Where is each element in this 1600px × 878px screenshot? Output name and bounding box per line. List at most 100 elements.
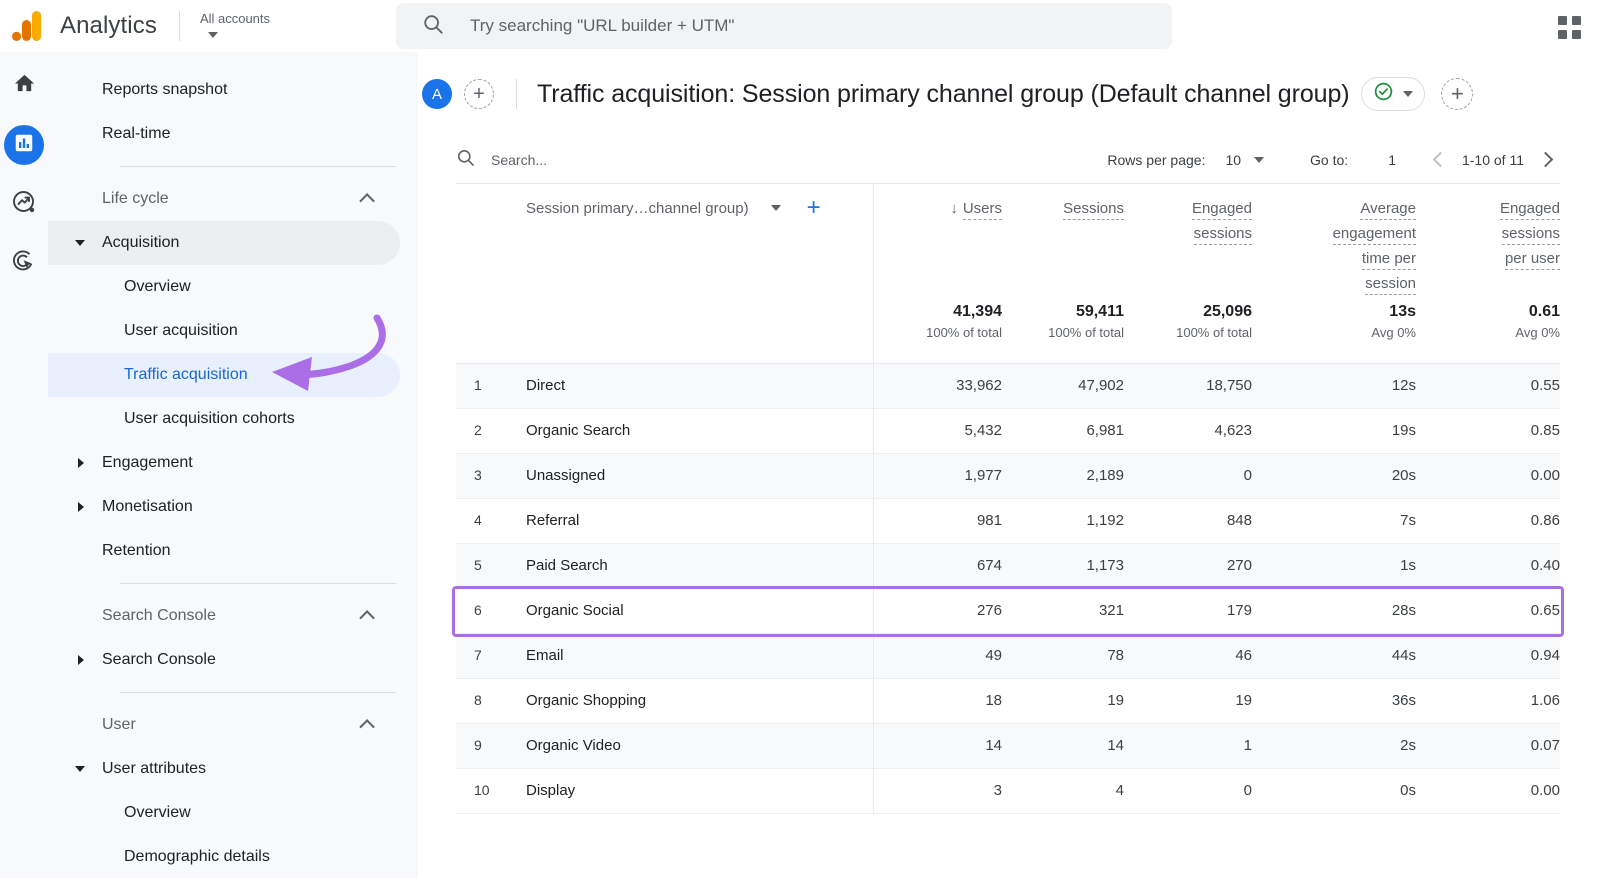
rail-item-advertising[interactable] — [4, 243, 44, 283]
chevron-down-icon — [207, 31, 218, 38]
column-header-text: sessions — [1193, 225, 1252, 245]
totals-value: 25,096 — [1203, 303, 1252, 320]
sidebar-item-label: Engagement — [102, 454, 193, 471]
save-status-chip[interactable] — [1361, 77, 1426, 111]
table-row[interactable]: 8 Organic Shopping 18 19 19 36s 1.06 — [456, 679, 1560, 724]
caret-down-icon — [75, 766, 85, 772]
row-dimension-value: Direct — [526, 377, 566, 394]
chevron-up-icon[interactable] — [359, 192, 375, 209]
sidebar-item-overview[interactable]: Overview — [48, 265, 400, 309]
table-controls: Search... Rows per page: 10 Go to: 1 1-1… — [456, 136, 1560, 184]
row-metric-value: 0.65 — [1530, 602, 1560, 619]
row-metric-value: 18,750 — [1206, 377, 1252, 394]
sidebar-item-label: Demographic details — [124, 848, 270, 865]
row-metric-value: 0 — [1243, 467, 1252, 484]
nav-divider — [120, 692, 396, 693]
sidebar-item-reports-snapshot[interactable]: Reports snapshot — [48, 68, 400, 112]
sidebar-item-real-time[interactable]: Real-time — [48, 112, 400, 156]
sidebar-item-search-console[interactable]: Search Console — [48, 638, 400, 682]
page-header: A + Traffic acquisition: Session primary… — [418, 52, 1600, 136]
avatar[interactable]: A — [422, 79, 452, 109]
totals-subtext: 100% of total — [1176, 325, 1252, 340]
add-comparison-button[interactable]: + — [464, 79, 494, 109]
navigation-sidebar: Reports snapshot Real-time Life cycle Acqui… — [48, 52, 418, 878]
row-metric-value: 20s — [1391, 467, 1416, 484]
sidebar-item-demographic-details[interactable]: Demographic details — [48, 835, 400, 878]
table-row[interactable]: 3 Unassigned 1,977 2,189 0 20s 0.00 — [456, 454, 1560, 499]
sidebar-item-overview[interactable]: Overview — [48, 791, 400, 835]
sidebar-item-user-acquisition-cohorts[interactable]: User acquisition cohorts — [48, 397, 400, 441]
table-row[interactable]: 10 Display 3 4 0 0s 0.00 — [456, 769, 1560, 814]
rail-item-reports[interactable] — [4, 125, 44, 165]
table-search-input[interactable]: Search... — [456, 148, 547, 172]
chevron-down-icon[interactable] — [770, 205, 781, 211]
column-header-engaged-sessions[interactable]: Engaged sessions — [1102, 196, 1252, 246]
row-metric-value: 4,623 — [1214, 422, 1252, 439]
sidebar-item-acquisition[interactable]: Acquisition — [48, 221, 400, 265]
row-metric-value: 1.06 — [1530, 692, 1560, 709]
row-metric-value: 0.00 — [1530, 467, 1560, 484]
table-row[interactable]: 4 Referral 981 1,192 848 7s 0.86 — [456, 499, 1560, 544]
row-dimension-value: Paid Search — [526, 557, 608, 574]
next-page-button[interactable] — [1530, 145, 1560, 175]
search-icon — [456, 148, 475, 172]
row-metric-value: 1 — [1243, 737, 1252, 754]
chevron-up-icon[interactable] — [359, 718, 375, 735]
table-search-placeholder: Search... — [491, 151, 548, 168]
global-search-input[interactable]: Try searching "URL builder + UTM" — [396, 3, 1172, 49]
table-row[interactable]: 6 Organic Social 276 321 179 28s 0.65 — [452, 586, 1564, 637]
explore-trend-icon — [12, 190, 36, 219]
table-row[interactable]: 2 Organic Search 5,432 6,981 4,623 19s 0.85 — [456, 409, 1560, 454]
column-header-engaged-sessions-per-user[interactable]: Engaged sessions per user — [1410, 196, 1560, 271]
column-header-text: Average — [1360, 200, 1416, 220]
sidebar-item-user-attributes[interactable]: User attributes — [48, 747, 400, 791]
header-divider — [516, 79, 517, 109]
sidebar-item-retention[interactable]: Retention — [48, 529, 400, 573]
sidebar-item-traffic-acquisition[interactable]: Traffic acquisition — [48, 353, 400, 397]
chevron-down-icon[interactable] — [1254, 156, 1265, 163]
add-widget-button[interactable]: + — [1441, 78, 1474, 110]
column-header-average-engagement-time-per-session[interactable]: Average engagement time per session — [1266, 196, 1416, 296]
table-header-row: Session primary…channel group) + ↓ Users S… — [456, 184, 1560, 302]
table-row[interactable]: 7 Email 49 78 46 44s 0.94 — [456, 634, 1560, 679]
row-metric-value: 0 — [1243, 782, 1252, 799]
rail-item-home[interactable] — [4, 66, 44, 106]
caret-right-icon — [78, 502, 84, 512]
sidebar-item-monetisation[interactable]: Monetisation — [48, 485, 400, 529]
table-row[interactable]: 5 Paid Search 674 1,173 270 1s 0.40 — [456, 544, 1560, 589]
account-selector-label: All accounts — [199, 10, 271, 26]
sidebar-item-user-acquisition[interactable]: User acquisition — [48, 309, 400, 353]
top-bar: Analytics All accounts Try searching "UR… — [0, 0, 1600, 52]
totals-cell: 0.61 Avg 0% — [1410, 302, 1560, 344]
sidebar-item-search-console[interactable]: Search Console — [48, 594, 400, 638]
column-header-text: engagement — [1332, 225, 1416, 245]
table-row[interactable]: 9 Organic Video 14 14 1 2s 0.07 — [456, 724, 1560, 769]
caret-right-icon — [78, 655, 84, 665]
sidebar-item-user[interactable]: User — [48, 703, 400, 747]
rows-per-page-value[interactable]: 10 — [1225, 152, 1241, 168]
row-metric-value: 7s — [1400, 512, 1416, 529]
add-dimension-button[interactable]: + — [807, 196, 821, 220]
row-index: 9 — [474, 737, 482, 753]
row-index: 3 — [474, 467, 482, 483]
row-index: 7 — [474, 647, 482, 663]
row-dimension-value: Unassigned — [526, 467, 606, 484]
totals-value: 13s — [1389, 303, 1416, 320]
sidebar-item-label: Monetisation — [102, 498, 193, 515]
dimension-name[interactable]: Session primary…channel group) — [526, 200, 749, 217]
prev-page-button[interactable] — [1426, 145, 1456, 175]
row-metric-value: 36s — [1391, 692, 1416, 709]
table-row[interactable]: 1 Direct 33,962 47,902 18,750 12s 0.55 — [456, 364, 1560, 409]
column-header-text: time per — [1361, 250, 1416, 270]
goto-input[interactable]: 1 — [1388, 152, 1396, 168]
brand-divider — [178, 11, 180, 41]
chevron-up-icon[interactable] — [359, 609, 375, 626]
account-selector[interactable]: All accounts — [200, 11, 270, 38]
sidebar-item-life-cycle[interactable]: Life cycle — [48, 177, 400, 221]
rail-item-explore[interactable] — [4, 184, 44, 224]
totals-cell: 25,096 100% of total — [1102, 302, 1252, 344]
apps-grid-icon[interactable] — [1556, 14, 1582, 40]
sidebar-item-engagement[interactable]: Engagement — [48, 441, 400, 485]
sidebar-item-label: Overview — [124, 804, 191, 821]
row-index: 10 — [474, 782, 490, 798]
